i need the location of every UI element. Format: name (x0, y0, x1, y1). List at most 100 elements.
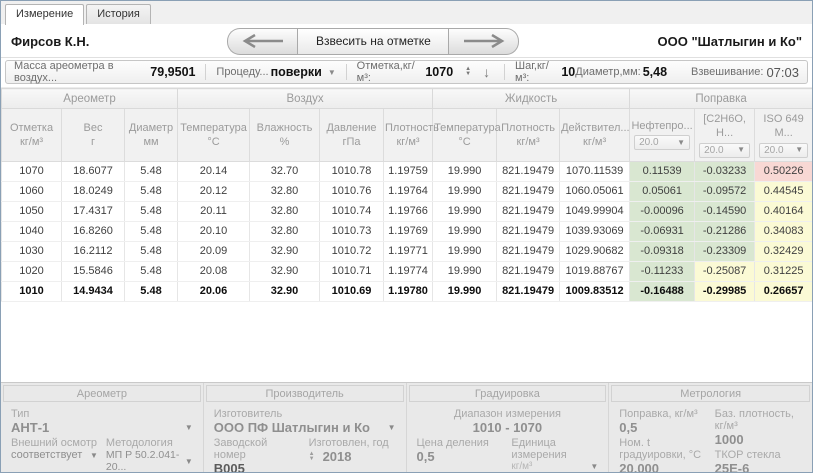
weigh-at-mark-button[interactable]: Взвесить на отметке (297, 28, 449, 55)
next-mark-button[interactable] (449, 28, 519, 55)
chevron-down-icon[interactable]: ▼ (388, 423, 396, 432)
column-header[interactable]: Температура°C (433, 109, 497, 162)
column-header[interactable]: Температура°C (178, 109, 250, 162)
table-row[interactable]: 104016.82605.4820.1032.801010.731.197691… (2, 221, 813, 241)
column-header[interactable]: Влажность% (250, 109, 320, 162)
cell: 17.4317 (62, 201, 125, 221)
company-name: ООО "Шатлыгин и Ко" (658, 34, 802, 49)
procedure-label: Процеду... (216, 66, 268, 78)
year-value: 2018 (323, 449, 352, 464)
cell: 32.80 (250, 181, 320, 201)
column-header[interactable]: Нефтепро...20.0▼ (630, 109, 695, 162)
toolbar-wrap: Масса ареометра в воздух... 79,9501 Проц… (1, 58, 812, 87)
correction-value: 0,5 (619, 420, 706, 435)
cell: 14.9434 (62, 281, 125, 301)
procedure-select[interactable]: поверки (271, 65, 322, 79)
inspection-value: соответствует (11, 449, 82, 461)
table-row[interactable]: 103016.21125.4820.0932.901010.721.197711… (2, 241, 813, 261)
year-stepper[interactable]: ▲ ▼ 2018 (309, 449, 396, 464)
base-density-value: 1000 (715, 432, 802, 447)
cell: 0.44545 (755, 181, 812, 201)
type-value: АНТ-1 (11, 420, 49, 435)
methodology-label: Методология (106, 437, 193, 449)
methodology-select[interactable]: МП Р 50.2.041-20... ▼ (106, 449, 193, 473)
chevron-down-icon[interactable]: ▼ (185, 457, 193, 466)
chevron-down-icon[interactable]: ▼ (185, 423, 193, 432)
cell: -0.11233 (630, 261, 695, 281)
cell: 821.19479 (497, 181, 560, 201)
table-row[interactable]: 102015.58465.4820.0832.901010.711.197741… (2, 261, 813, 281)
serial-input[interactable]: В005 (214, 461, 301, 473)
tab-history[interactable]: История (86, 4, 151, 24)
cell: 0.11539 (630, 161, 695, 181)
chevron-down-icon[interactable]: ▼ (90, 451, 98, 460)
column-header[interactable]: ISO 649 M...20.0▼ (755, 109, 812, 162)
cell: 32.90 (250, 261, 320, 281)
type-select[interactable]: АНТ-1 ▼ (11, 420, 193, 435)
chevron-down-icon[interactable]: ▼ (677, 138, 685, 148)
step-down-icon[interactable]: ↓ (483, 65, 490, 79)
cell: 19.990 (433, 201, 497, 221)
chevron-down-icon[interactable]: ▼ (737, 145, 745, 155)
column-header[interactable]: Весг (62, 109, 125, 162)
correction-temp-select[interactable]: 20.0▼ (759, 143, 808, 158)
column-group-header: Поправка (630, 89, 812, 109)
cell: 821.19479 (497, 201, 560, 221)
cell: 32.90 (250, 281, 320, 301)
group-metrology-title: Метрология (611, 385, 810, 402)
column-header[interactable]: Плотностькг/м³ (384, 109, 433, 162)
column-group-header: Жидкость (433, 89, 630, 109)
arrow-left-icon (241, 34, 285, 48)
mark-input[interactable]: 1070 (425, 65, 453, 79)
nominal-t-label: Ном. t градуировки, °C (619, 437, 706, 461)
table-row[interactable]: 101014.94345.4820.0632.901010.691.197801… (2, 281, 813, 301)
cell: 0.05061 (630, 181, 695, 201)
details-panel: Ареометр Тип АНТ-1 ▼ Внешний осмотр соот… (1, 382, 812, 472)
nominal-t-value: 20,000 (619, 461, 706, 473)
spinner-down-icon[interactable]: ▼ (309, 457, 315, 462)
unit-value: кг/м³ (511, 461, 532, 472)
chevron-down-icon[interactable]: ▼ (328, 68, 336, 77)
cell: 32.80 (250, 221, 320, 241)
column-header[interactable]: ДавлениегПа (320, 109, 384, 162)
cell: 1.19764 (384, 181, 433, 201)
group-metrology: Метрология Поправка, кг/м³ 0,5 Ном. t гр… (609, 383, 812, 473)
spinner-down-icon[interactable]: ▼ (465, 72, 471, 77)
mark-stepper[interactable]: ▲ ▼ (465, 67, 471, 77)
year-spinner[interactable]: ▲ ▼ (309, 452, 315, 462)
chevron-down-icon[interactable]: ▼ (590, 462, 598, 471)
chevron-down-icon[interactable]: ▼ (795, 145, 803, 155)
column-header[interactable]: Диаметрмм (125, 109, 178, 162)
cell: 1070 (2, 161, 62, 181)
cell: -0.16488 (630, 281, 695, 301)
table-row[interactable]: 106018.02495.4820.1232.801010.761.197641… (2, 181, 813, 201)
cell: 821.19479 (497, 261, 560, 281)
column-header[interactable]: [C2H6O, H...20.0▼ (695, 109, 755, 162)
previous-mark-button[interactable] (227, 28, 297, 55)
column-header[interactable]: Отметкакг/м³ (2, 109, 62, 162)
column-header[interactable]: Плотностькг/м³ (497, 109, 560, 162)
cell: 5.48 (125, 201, 178, 221)
group-manufacturer: Производитель Изготовитель ООО ПФ Шатлыг… (204, 383, 407, 473)
tab-measurement[interactable]: Измерение (5, 4, 84, 25)
unit-select[interactable]: кг/м³ ▼ (511, 461, 598, 472)
correction-temp-select[interactable]: 20.0▼ (634, 135, 690, 150)
column-header[interactable]: Действител...кг/м³ (560, 109, 630, 162)
range-value: 1010 - 1070 (417, 420, 599, 435)
table-row[interactable]: 107018.60775.4820.1432.701010.781.197591… (2, 161, 813, 181)
maker-select[interactable]: ООО ПФ Шатлыгин и Ко ▼ (214, 420, 396, 435)
table-row[interactable]: 105017.43175.4820.1132.801010.741.197661… (2, 201, 813, 221)
correction-temp-select[interactable]: 20.0▼ (699, 143, 750, 158)
cell: 1.19780 (384, 281, 433, 301)
cell: 20.08 (178, 261, 250, 281)
step-value[interactable]: 10 (561, 65, 575, 79)
weigh-control: Взвесить на отметке (227, 28, 519, 55)
group-areometer: Ареометр Тип АНТ-1 ▼ Внешний осмотр соот… (1, 383, 204, 473)
cell: 0.50226 (755, 161, 812, 181)
group-graduation: Градуировка Диапазон измерения 1010 - 10… (407, 383, 610, 473)
weighing-label: Взвешивание: (691, 66, 763, 78)
inspection-select[interactable]: соответствует ▼ (11, 449, 98, 461)
cell: 1.19771 (384, 241, 433, 261)
operator-name: Фирсов К.Н. (11, 34, 89, 49)
cell: 1010.78 (320, 161, 384, 181)
